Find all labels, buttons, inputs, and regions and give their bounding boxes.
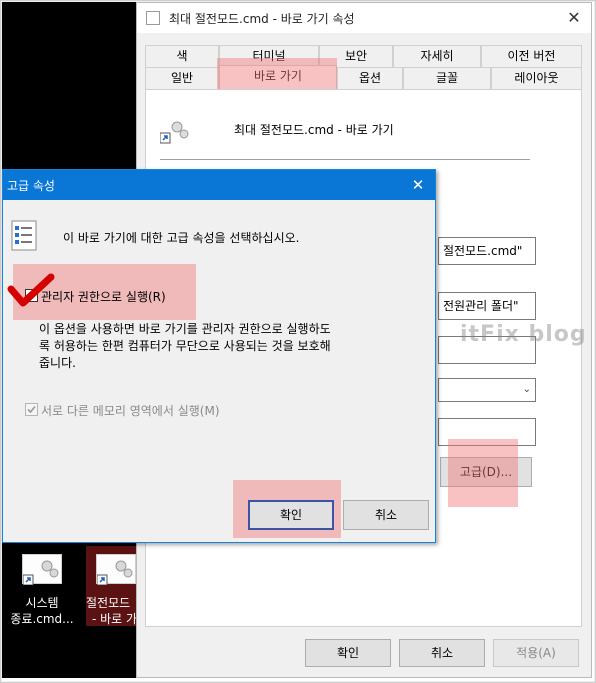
close-icon[interactable]: ✕ bbox=[401, 170, 435, 200]
advanced-properties-dialog: 고급 속성 ✕ 이 바로 가기에 대한 고급 속성을 선택하십시오. 관리자 권… bbox=[2, 169, 436, 543]
cmd-gears-icon bbox=[96, 554, 136, 586]
dialog-cancel-button[interactable]: 취소 bbox=[343, 500, 429, 530]
cmd-gears-icon bbox=[22, 554, 62, 586]
dialog-ok-button[interactable]: 확인 bbox=[248, 500, 334, 530]
dialog-title: 고급 속성 bbox=[7, 179, 55, 193]
tab-general[interactable]: 일반 bbox=[145, 67, 219, 89]
run-select[interactable]: ⌄ bbox=[438, 378, 536, 402]
tab-options[interactable]: 옵션 bbox=[337, 67, 403, 89]
ok-button[interactable]: 확인 bbox=[305, 639, 391, 667]
description-line: 줍니다. bbox=[39, 356, 76, 370]
separate-memory-label: 서로 다른 메모리 영역에서 실행(M) bbox=[41, 404, 220, 418]
run-as-admin-description: 이 옵션을 사용하면 바로 가기를 관리자 권한으로 실행하도 록 허용하는 한… bbox=[39, 321, 331, 372]
description-line: 이 옵션을 사용하면 바로 가기를 관리자 권한으로 실행하도 bbox=[39, 322, 331, 336]
tab-previous-versions[interactable]: 이전 버전 bbox=[481, 45, 582, 67]
tab-font[interactable]: 글꼴 bbox=[403, 67, 491, 89]
separate-memory-checkbox[interactable] bbox=[25, 403, 38, 416]
run-as-admin-label[interactable]: 관리자 권한으로 실행(R) bbox=[41, 288, 166, 305]
watermark: itFix blog bbox=[460, 322, 587, 347]
desktop-icon-label: 시스템 bbox=[25, 596, 59, 610]
description-line: 록 허용하는 한편 컴퓨터가 무단으로 사용되는 것을 보호해 bbox=[39, 339, 331, 353]
target-field[interactable]: 절전모드.cmd" bbox=[438, 237, 536, 265]
window-title: 최대 절전모드.cmd - 바로 가기 속성 bbox=[169, 12, 355, 26]
dialog-prompt: 이 바로 가기에 대한 고급 속성을 선택하십시오. bbox=[63, 231, 300, 245]
advanced-button-highlight bbox=[448, 439, 518, 507]
checklist-icon bbox=[11, 220, 39, 252]
shortcut-icon bbox=[146, 11, 160, 25]
window-titlebar[interactable]: 최대 절전모드.cmd - 바로 가기 속성 ✕ bbox=[137, 3, 591, 33]
desktop-icon-label: 종료.cmd... bbox=[10, 612, 74, 626]
tab-layout[interactable]: 레이아웃 bbox=[491, 67, 582, 89]
desktop-icon-label: - 바로 가 bbox=[92, 612, 138, 626]
apply-button[interactable]: 적용(A) bbox=[493, 639, 579, 667]
cancel-button[interactable]: 취소 bbox=[399, 639, 485, 667]
close-icon[interactable]: ✕ bbox=[557, 3, 591, 33]
chevron-down-icon: ⌄ bbox=[522, 384, 531, 395]
start-in-field[interactable]: 전원관리 폴더" bbox=[438, 292, 536, 320]
dialog-titlebar[interactable]: 고급 속성 ✕ bbox=[3, 170, 435, 200]
separator bbox=[160, 159, 530, 160]
tab-details[interactable]: 자세히 bbox=[393, 45, 481, 67]
tab-color[interactable]: 색 bbox=[145, 45, 219, 67]
cmd-gears-icon bbox=[159, 118, 190, 144]
shortcut-name: 최대 절전모드.cmd - 바로 가기 bbox=[234, 123, 394, 137]
desktop-icon-label: 절전모드 bbox=[86, 596, 131, 610]
